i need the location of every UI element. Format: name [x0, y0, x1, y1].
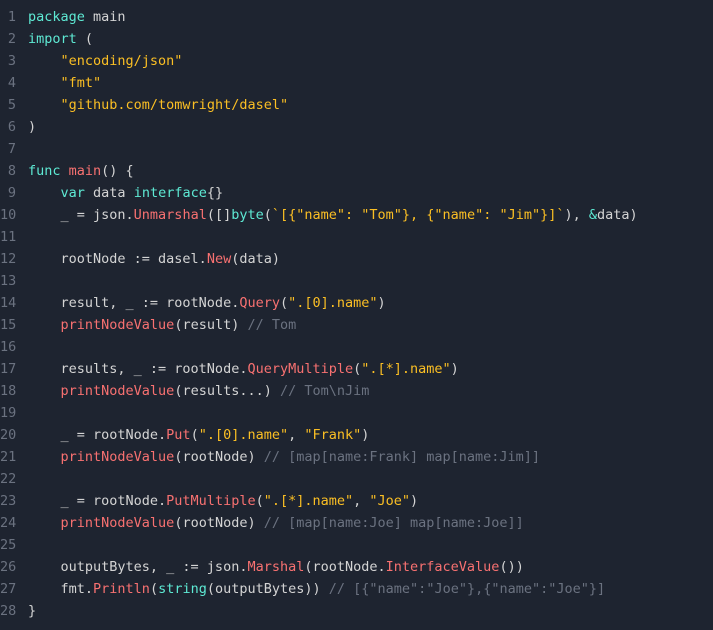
- code-line[interactable]: 1package main: [0, 6, 713, 28]
- code-line[interactable]: 10 _ = json.Unmarshal([]byte(`[{"name": …: [0, 204, 713, 226]
- line-number: 13: [0, 270, 28, 292]
- code-content[interactable]: ): [28, 116, 713, 138]
- line-number: 1: [0, 6, 28, 28]
- line-number: 15: [0, 314, 28, 336]
- line-number: 18: [0, 380, 28, 402]
- code-content[interactable]: "github.com/tomwright/dasel": [28, 94, 713, 116]
- line-number: 19: [0, 402, 28, 424]
- line-number: 6: [0, 116, 28, 138]
- code-line[interactable]: 2import (: [0, 28, 713, 50]
- code-line[interactable]: 24 printNodeValue(rootNode) // [map[name…: [0, 512, 713, 534]
- line-number: 14: [0, 292, 28, 314]
- code-line[interactable]: 8func main() {: [0, 160, 713, 182]
- code-line[interactable]: 22: [0, 468, 713, 490]
- line-number: 27: [0, 578, 28, 600]
- code-line[interactable]: 12 rootNode := dasel.New(data): [0, 248, 713, 270]
- line-number: 24: [0, 512, 28, 534]
- code-line[interactable]: 3 "encoding/json": [0, 50, 713, 72]
- code-content[interactable]: [28, 468, 713, 490]
- code-line[interactable]: 23 _ = rootNode.PutMultiple(".[*].name",…: [0, 490, 713, 512]
- code-line[interactable]: 26 outputBytes, _ := json.Marshal(rootNo…: [0, 556, 713, 578]
- code-content[interactable]: [28, 226, 713, 248]
- code-line[interactable]: 7: [0, 138, 713, 160]
- code-content[interactable]: printNodeValue(rootNode) // [map[name:Jo…: [28, 512, 713, 534]
- code-content[interactable]: outputBytes, _ := json.Marshal(rootNode.…: [28, 556, 713, 578]
- line-number: 26: [0, 556, 28, 578]
- code-line[interactable]: 21 printNodeValue(rootNode) // [map[name…: [0, 446, 713, 468]
- code-line[interactable]: 20 _ = rootNode.Put(".[0].name", "Frank"…: [0, 424, 713, 446]
- code-editor[interactable]: 1package main2import (3 "encoding/json"4…: [0, 6, 713, 622]
- code-content[interactable]: "encoding/json": [28, 50, 713, 72]
- code-content[interactable]: package main: [28, 6, 713, 28]
- code-content[interactable]: _ = json.Unmarshal([]byte(`[{"name": "To…: [28, 204, 713, 226]
- code-line[interactable]: 6): [0, 116, 713, 138]
- code-content[interactable]: var data interface{}: [28, 182, 713, 204]
- line-number: 17: [0, 358, 28, 380]
- code-content[interactable]: [28, 270, 713, 292]
- line-number: 25: [0, 534, 28, 556]
- code-content[interactable]: import (: [28, 28, 713, 50]
- line-number: 5: [0, 94, 28, 116]
- code-content[interactable]: _ = rootNode.Put(".[0].name", "Frank"): [28, 424, 713, 446]
- code-line[interactable]: 14 result, _ := rootNode.Query(".[0].nam…: [0, 292, 713, 314]
- line-number: 23: [0, 490, 28, 512]
- line-number: 3: [0, 50, 28, 72]
- line-number: 22: [0, 468, 28, 490]
- code-line[interactable]: 17 results, _ := rootNode.QueryMultiple(…: [0, 358, 713, 380]
- line-number: 4: [0, 72, 28, 94]
- line-number: 10: [0, 204, 28, 226]
- line-number: 20: [0, 424, 28, 446]
- code-line[interactable]: 16: [0, 336, 713, 358]
- code-content[interactable]: printNodeValue(results...) // Tom\nJim: [28, 380, 713, 402]
- line-number: 7: [0, 138, 28, 160]
- code-content[interactable]: "fmt": [28, 72, 713, 94]
- code-line[interactable]: 27 fmt.Println(string(outputBytes)) // […: [0, 578, 713, 600]
- line-number: 11: [0, 226, 28, 248]
- line-number: 9: [0, 182, 28, 204]
- code-line[interactable]: 9 var data interface{}: [0, 182, 713, 204]
- code-line[interactable]: 13: [0, 270, 713, 292]
- code-line[interactable]: 19: [0, 402, 713, 424]
- code-line[interactable]: 18 printNodeValue(results...) // Tom\nJi…: [0, 380, 713, 402]
- code-line[interactable]: 11: [0, 226, 713, 248]
- code-content[interactable]: func main() {: [28, 160, 713, 182]
- code-content[interactable]: _ = rootNode.PutMultiple(".[*].name", "J…: [28, 490, 713, 512]
- code-content[interactable]: fmt.Println(string(outputBytes)) // [{"n…: [28, 578, 713, 600]
- code-line[interactable]: 15 printNodeValue(result) // Tom: [0, 314, 713, 336]
- code-content[interactable]: printNodeValue(rootNode) // [map[name:Fr…: [28, 446, 713, 468]
- code-content[interactable]: results, _ := rootNode.QueryMultiple(".[…: [28, 358, 713, 380]
- code-content[interactable]: result, _ := rootNode.Query(".[0].name"): [28, 292, 713, 314]
- code-line[interactable]: 5 "github.com/tomwright/dasel": [0, 94, 713, 116]
- code-content[interactable]: [28, 336, 713, 358]
- line-number: 12: [0, 248, 28, 270]
- code-content[interactable]: printNodeValue(result) // Tom: [28, 314, 713, 336]
- line-number: 2: [0, 28, 28, 50]
- line-number: 21: [0, 446, 28, 468]
- code-line[interactable]: 28}: [0, 600, 713, 622]
- code-line[interactable]: 4 "fmt": [0, 72, 713, 94]
- code-content[interactable]: [28, 138, 713, 160]
- line-number: 8: [0, 160, 28, 182]
- code-content[interactable]: rootNode := dasel.New(data): [28, 248, 713, 270]
- code-content[interactable]: }: [28, 600, 713, 622]
- line-number: 16: [0, 336, 28, 358]
- line-number: 28: [0, 600, 28, 622]
- code-content[interactable]: [28, 402, 713, 424]
- code-line[interactable]: 25: [0, 534, 713, 556]
- code-content[interactable]: [28, 534, 713, 556]
